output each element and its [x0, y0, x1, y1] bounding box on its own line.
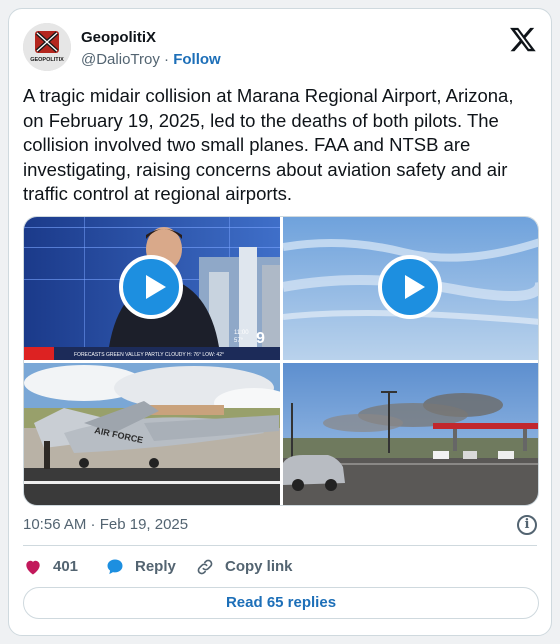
read-replies-button[interactable]: Read 65 replies: [23, 587, 539, 619]
display-name[interactable]: GeopolitiX: [81, 29, 156, 46]
reply-bubble-icon: [107, 559, 123, 575]
user-handle[interactable]: @DalioTroy: [81, 51, 160, 68]
info-icon[interactable]: i: [517, 515, 537, 535]
heart-icon: [26, 560, 40, 575]
link-icon: [197, 559, 213, 575]
channel-logo: 9: [256, 330, 265, 347]
follow-button[interactable]: Follow: [173, 51, 221, 68]
copy-link-button[interactable]: Copy link: [195, 555, 305, 579]
tweet-timestamp[interactable]: 10:56 AM · Feb 19, 2025: [23, 516, 188, 533]
x-logo-icon[interactable]: [509, 25, 537, 53]
display-name-text[interactable]: GeopolitiX: [81, 29, 156, 46]
video-thumbnail-news[interactable]: FORECASTS GREEN VALLEY PARTLY CLOUDY H: …: [24, 217, 280, 360]
image-smoke-parking-lot[interactable]: [283, 363, 538, 505]
play-button-icon[interactable]: [378, 255, 442, 319]
reply-label: Reply: [135, 558, 176, 575]
separator-dot: ·: [164, 51, 174, 68]
copy-link-label: Copy link: [225, 558, 293, 575]
avatar-logo-text: GEOPOLITIX: [30, 57, 64, 63]
like-button[interactable]: 401: [23, 555, 93, 579]
divider: [23, 545, 537, 546]
avatar[interactable]: GEOPOLITIX: [23, 23, 71, 71]
like-count: 401: [53, 558, 79, 575]
reply-button[interactable]: Reply: [105, 555, 185, 579]
handle-row: @DalioTroy · Follow: [81, 51, 221, 68]
play-button-icon[interactable]: [119, 255, 183, 319]
tweet-text: A tragic midair collision at Marana Regi…: [23, 85, 514, 204]
image-crashed-plane[interactable]: AIR FORCE: [24, 363, 280, 505]
news-time: 11:00: [234, 330, 249, 336]
news-ticker: FORECASTS GREEN VALLEY PARTLY CLOUDY H: …: [74, 352, 224, 358]
video-thumbnail-sky[interactable]: [283, 217, 538, 360]
media-grid: FORECASTS GREEN VALLEY PARTLY CLOUDY H: …: [23, 216, 539, 506]
tweet-header: GEOPOLITIX GeopolitiX @DalioTroy · Follo…: [23, 23, 537, 71]
news-temp: 57°: [234, 338, 244, 344]
tweet-card: GEOPOLITIX GeopolitiX @DalioTroy · Follo…: [8, 8, 552, 636]
